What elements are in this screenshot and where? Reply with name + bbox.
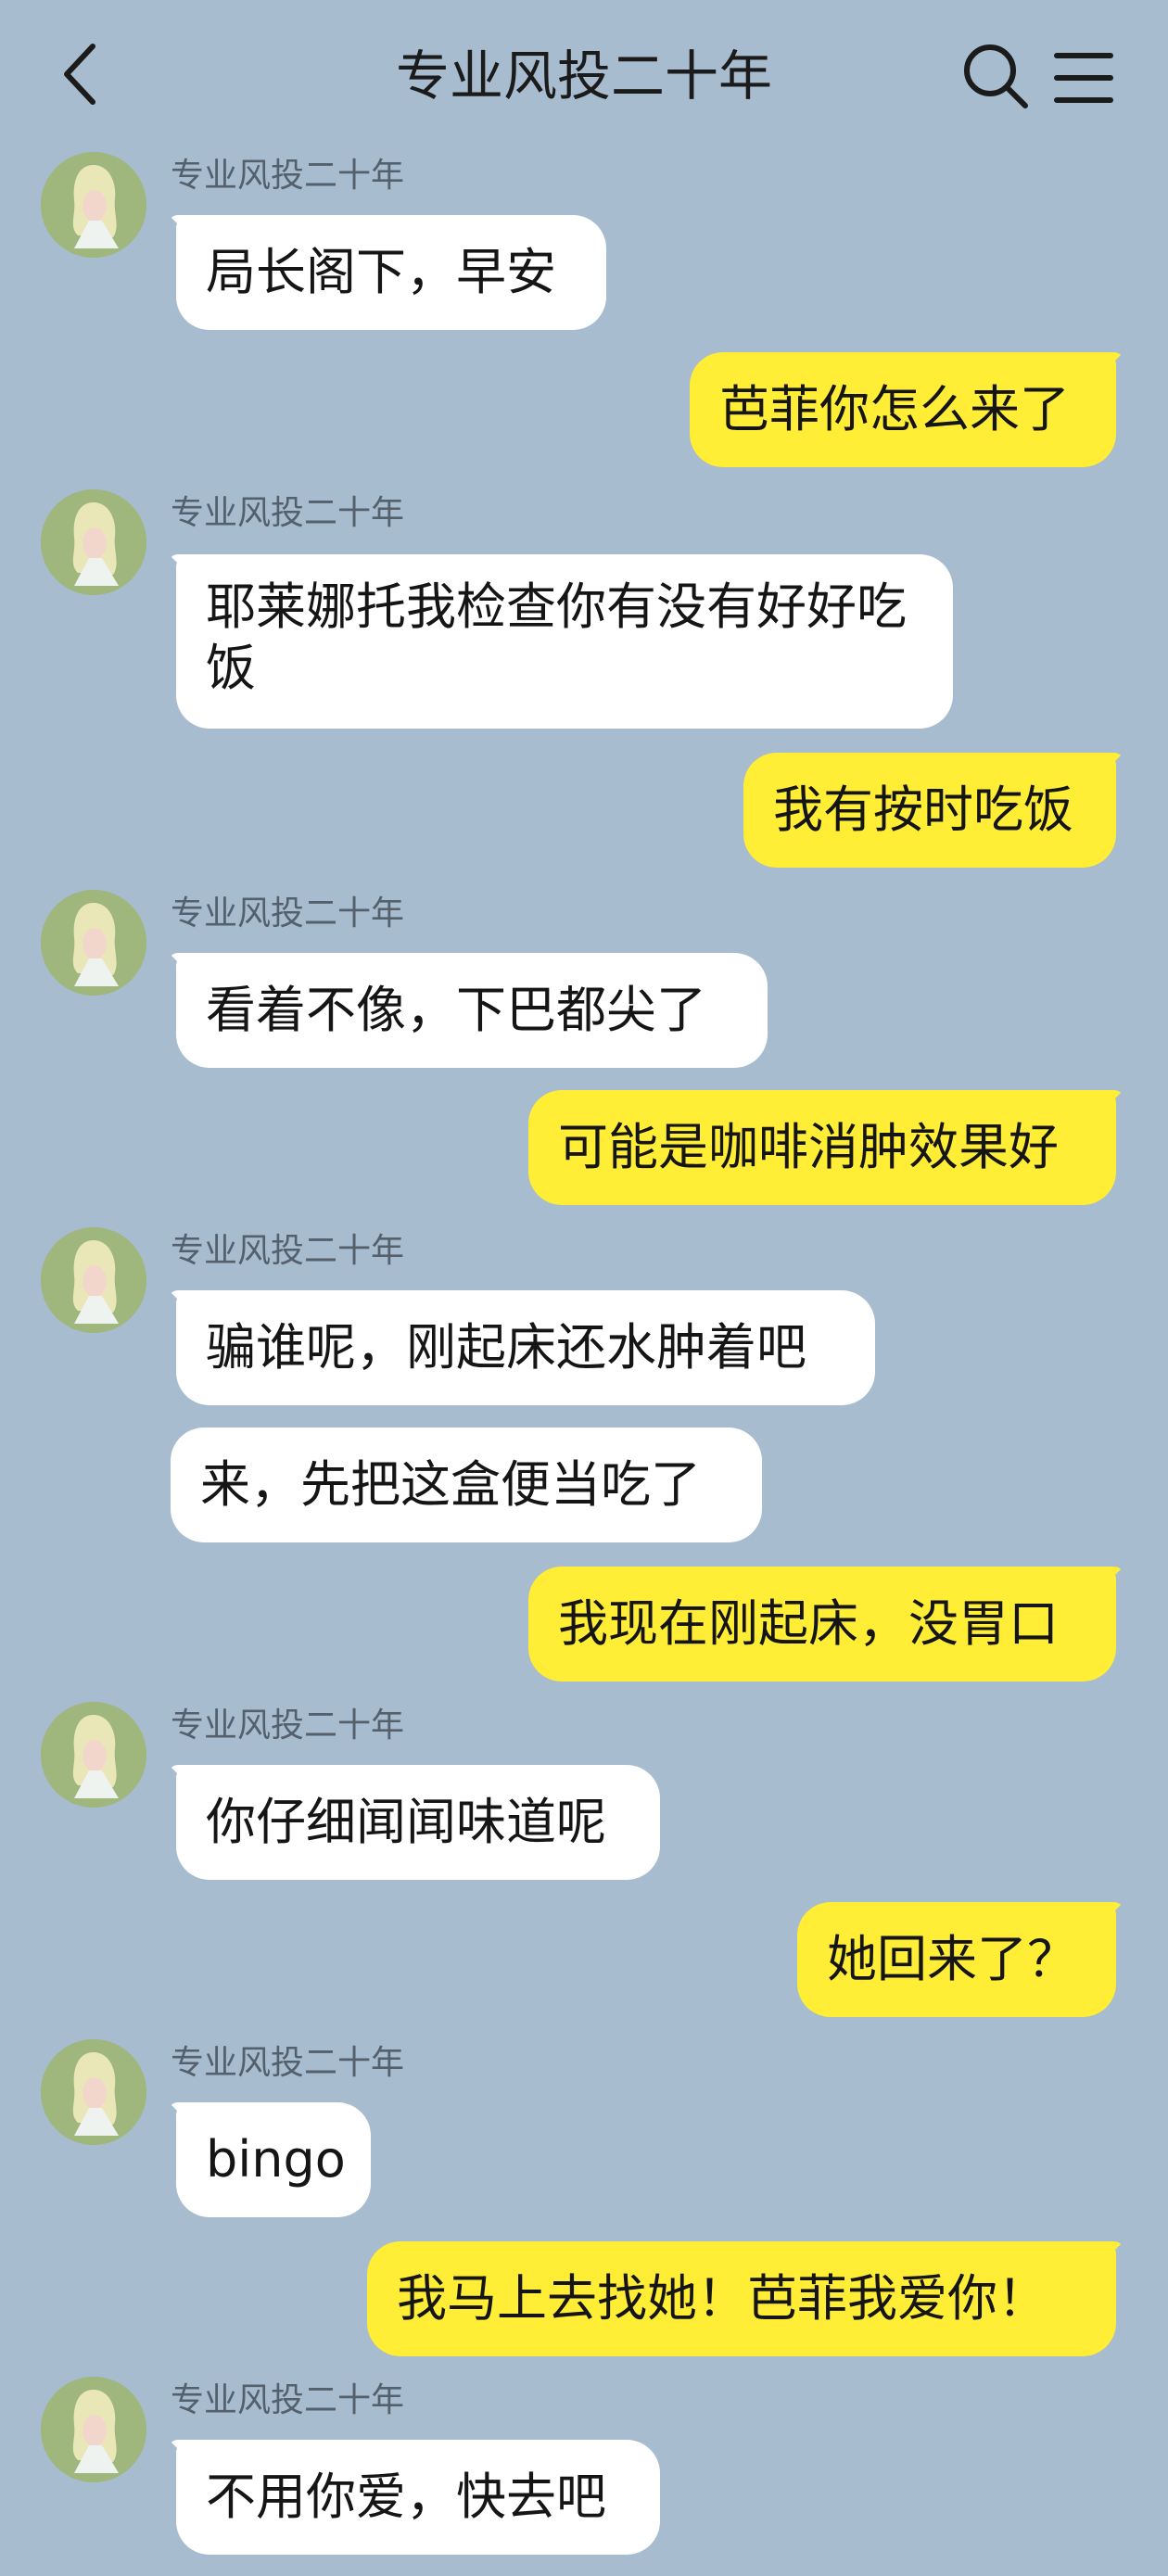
sender-name: 专业风投二十年 xyxy=(171,2044,405,2082)
avatar-image xyxy=(41,2039,146,2145)
avatar-image xyxy=(41,1227,146,1333)
message-text: 耶莱娜托我检查你有没有好好吃饭 xyxy=(206,577,907,697)
message-text: 不用你爱，快去吧 xyxy=(206,2468,606,2526)
message-bubble[interactable]: 骗谁呢，刚起床还水肿着吧 xyxy=(176,1290,875,1405)
sender-name: 专业风投二十年 xyxy=(171,157,405,195)
sender-name: 专业风投二十年 xyxy=(171,1232,405,1270)
message-text: 我现在刚起床，没胃口 xyxy=(558,1594,1059,1653)
avatar-image xyxy=(41,2377,146,2482)
message-text: 我有按时吃饭 xyxy=(773,780,1073,839)
avatar[interactable] xyxy=(41,890,146,996)
menu-icon xyxy=(1054,53,1113,103)
message-text: 我马上去找她！芭菲我爱你！ xyxy=(397,2269,1047,2328)
avatar-image xyxy=(41,152,146,258)
message-bubble[interactable]: 可能是咖啡消肿效果好 xyxy=(528,1090,1116,1205)
avatar[interactable] xyxy=(41,2377,146,2482)
avatar-image xyxy=(41,890,146,996)
sender-name: 专业风投二十年 xyxy=(171,1707,405,1745)
message-bubble[interactable]: 来，先把这盒便当吃了 xyxy=(171,1428,762,1542)
message-text: 看着不像，下巴都尖了 xyxy=(206,981,706,1039)
message-bubble[interactable]: 她回来了？ xyxy=(797,1902,1116,2017)
sender-name: 专业风投二十年 xyxy=(171,494,405,532)
avatar[interactable] xyxy=(41,2039,146,2145)
avatar[interactable] xyxy=(41,1702,146,1808)
menu-button[interactable] xyxy=(1049,44,1120,111)
message-text: 来，先把这盒便当吃了 xyxy=(200,1455,701,1514)
message-bubble[interactable]: 芭菲你怎么来了 xyxy=(690,352,1116,467)
message-text: 她回来了？ xyxy=(827,1930,1077,1988)
chat-header: 专业风投二十年 xyxy=(0,0,1168,148)
message-text: 芭菲你怎么来了 xyxy=(719,380,1070,438)
search-button[interactable] xyxy=(960,41,1031,111)
message-bubble[interactable]: 耶莱娜托我检查你有没有好好吃饭 xyxy=(176,554,953,729)
message-text: 你仔细闻闻味道呢 xyxy=(206,1793,606,1851)
search-icon xyxy=(964,44,1028,108)
sender-name: 专业风投二十年 xyxy=(171,895,405,933)
message-text: bingo xyxy=(206,2130,346,2189)
message-bubble[interactable]: bingo xyxy=(176,2102,371,2217)
avatar-image xyxy=(41,489,146,595)
avatar[interactable] xyxy=(41,152,146,258)
message-bubble[interactable]: 你仔细闻闻味道呢 xyxy=(176,1765,660,1880)
message-bubble[interactable]: 我有按时吃饭 xyxy=(743,753,1116,868)
message-bubble[interactable]: 局长阁下，早安 xyxy=(176,215,606,330)
message-text: 局长阁下，早安 xyxy=(206,243,556,301)
sender-name: 专业风投二十年 xyxy=(171,2381,405,2419)
message-text: 可能是咖啡消肿效果好 xyxy=(558,1118,1059,1176)
message-bubble[interactable]: 不用你爱，快去吧 xyxy=(176,2440,660,2555)
message-text: 骗谁呢，刚起床还水肿着吧 xyxy=(206,1318,806,1377)
avatar[interactable] xyxy=(41,1227,146,1333)
message-bubble[interactable]: 我马上去找她！芭菲我爱你！ xyxy=(367,2241,1116,2356)
message-bubble[interactable]: 看着不像，下巴都尖了 xyxy=(176,953,768,1068)
avatar-image xyxy=(41,1702,146,1808)
message-bubble[interactable]: 我现在刚起床，没胃口 xyxy=(528,1567,1116,1681)
avatar[interactable] xyxy=(41,489,146,595)
